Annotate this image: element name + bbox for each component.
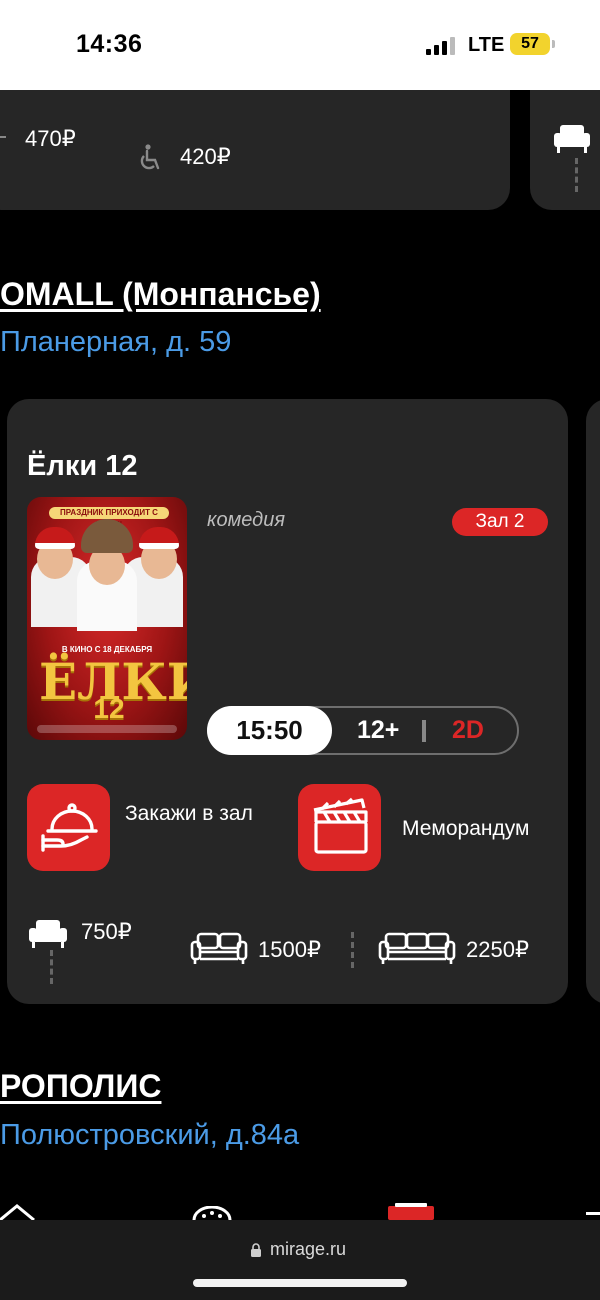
home-icon[interactable]	[0, 1204, 36, 1220]
seat-divider	[575, 158, 578, 192]
cinema-name-link[interactable]: РОПОЛИС	[0, 1068, 161, 1105]
session-separator	[422, 720, 426, 742]
lock-icon	[251, 1243, 261, 1257]
armchair-icon	[29, 920, 67, 948]
movie-genre: комедия	[207, 509, 286, 531]
bottom-nav	[0, 1190, 600, 1220]
movie-title[interactable]: Ёлки 12	[27, 450, 137, 483]
price-standard: 750₽	[81, 919, 132, 944]
memorandum-label[interactable]: Меморандум	[402, 815, 562, 842]
seat-divider	[351, 932, 354, 968]
battery-icon: 57	[510, 33, 550, 55]
url-text[interactable]: mirage.ru	[270, 1239, 346, 1260]
menu-icon[interactable]	[586, 1212, 600, 1215]
browser-address-bar[interactable]	[0, 1220, 600, 1300]
price-double: 1500₽	[258, 937, 321, 962]
status-time: 14:36	[76, 30, 143, 58]
price-triple: 2250₽	[466, 937, 529, 962]
ticket-icon[interactable]	[387, 1202, 435, 1220]
age-rating: 12+	[357, 716, 400, 744]
price-value: 420₽	[180, 144, 231, 169]
next-movie-card[interactable]	[586, 399, 600, 1004]
session-time[interactable]: 15:50	[207, 706, 332, 755]
order-to-hall-label[interactable]: Закажи в зал	[125, 800, 255, 827]
sofa-three-icon	[378, 932, 456, 964]
prev-movie-card[interactable]	[0, 90, 510, 210]
wheelchair-icon	[140, 144, 160, 170]
sofa-two-icon	[190, 932, 248, 964]
order-to-hall-button[interactable]	[27, 784, 110, 871]
hall-badge: Зал 2	[452, 508, 548, 536]
cinema-address[interactable]: Планерная, д. 59	[0, 326, 231, 359]
clapperboard-icon	[313, 797, 368, 854]
popcorn-icon[interactable]	[192, 1206, 232, 1220]
armchair-icon	[554, 125, 590, 153]
price-value: 470₽	[25, 126, 76, 151]
cloche-serving-icon	[41, 803, 98, 852]
battery-cap	[552, 40, 555, 48]
cinema-address[interactable]: Полюстровский, д.84а	[0, 1119, 299, 1152]
movie-poster[interactable]: ПРАЗДНИК ПРИХОДИТ С НАМИ! В КИНО С 18 ДЕ…	[27, 497, 187, 740]
poster-number: 12	[93, 693, 125, 724]
poster-tagline: ПРАЗДНИК ПРИХОДИТ С НАМИ!	[49, 507, 169, 529]
seat-divider	[50, 950, 53, 984]
cinema-name-link[interactable]: OMALL (Монпансье)	[0, 276, 321, 313]
price-divider	[0, 136, 6, 138]
status-bar: 14:36 LTE 57	[0, 0, 600, 90]
home-indicator[interactable]	[193, 1279, 407, 1287]
format-label: 2D	[452, 716, 484, 744]
network-type: LTE	[468, 34, 505, 56]
memorandum-button[interactable]	[298, 784, 381, 871]
signal-icon	[426, 37, 458, 55]
